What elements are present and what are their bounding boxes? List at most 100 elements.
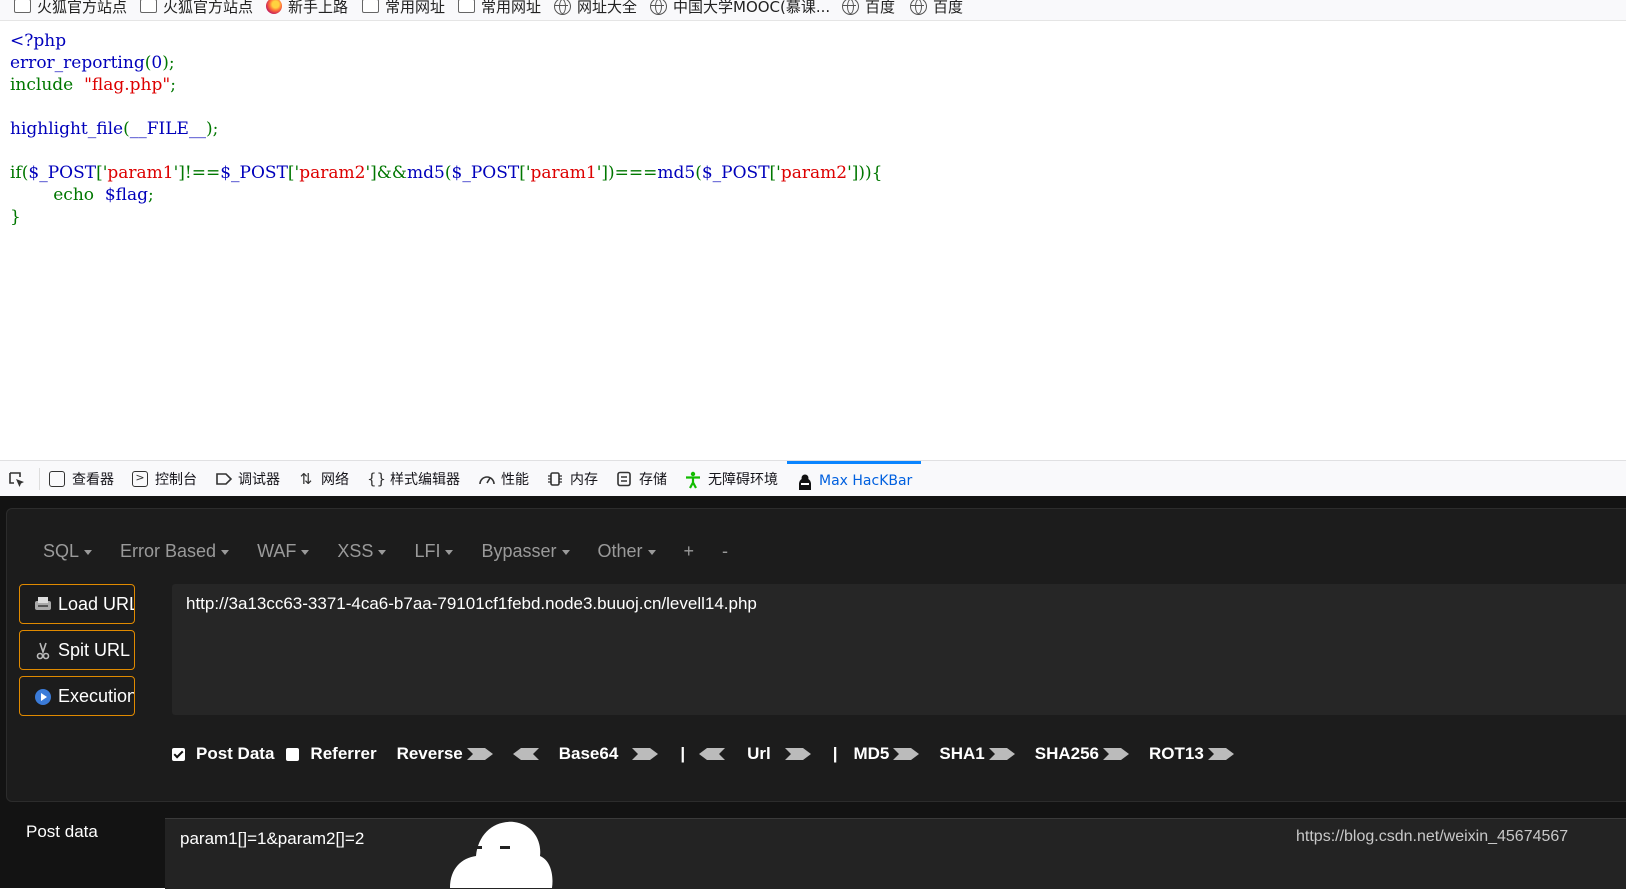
menu-error-based[interactable]: Error Based: [120, 541, 230, 562]
code-token: param2: [780, 163, 848, 183]
folder-icon: [458, 0, 475, 13]
post-data-checkbox[interactable]: [172, 747, 185, 761]
hackbar-options: Post Data Referrer Reverse Base64 | Url …: [172, 741, 1238, 767]
tab-storage[interactable]: 存储: [607, 461, 676, 497]
code-token: if(: [10, 163, 29, 183]
execution-button[interactable]: Execution: [19, 676, 135, 716]
code-token: param1: [530, 163, 597, 183]
bookmark-item[interactable]: 中国大学MOOC(慕课...: [650, 0, 830, 19]
code-token: }: [10, 207, 21, 227]
element-picker-button[interactable]: [0, 468, 40, 490]
globe-icon: [910, 0, 927, 15]
code-token: $_POST: [701, 163, 770, 183]
code-token: include: [10, 75, 74, 95]
arrow-left-icon[interactable]: [512, 748, 539, 760]
tab-accessibility[interactable]: 无障碍环境: [676, 461, 787, 497]
arrow-right-icon[interactable]: [632, 748, 659, 760]
rot13-label: ROT13: [1149, 744, 1204, 763]
tab-memory[interactable]: 内存: [538, 461, 607, 497]
caret-down-icon: [221, 550, 230, 555]
code-token: );: [205, 119, 219, 139]
bookmark-item[interactable]: 常用网址: [458, 0, 541, 19]
memory-icon: [547, 471, 563, 487]
menu-bypasser[interactable]: Bypasser: [481, 541, 570, 562]
play-icon: [34, 688, 52, 705]
code-token: (: [695, 163, 702, 183]
caret-down-icon: [378, 550, 387, 555]
arrow-right-icon[interactable]: [784, 748, 811, 760]
url-encode-label: Url: [747, 744, 771, 763]
code-token: highlight_file: [10, 119, 124, 139]
code-token: (: [123, 119, 130, 139]
code-token: [': [769, 163, 781, 183]
firefox-icon: [266, 0, 282, 14]
referrer-label[interactable]: Referrer: [310, 744, 376, 764]
code-token: $_POST: [451, 163, 520, 183]
code-token: <?php: [10, 31, 67, 51]
performance-icon: [478, 471, 495, 487]
arrow-right-icon[interactable]: [988, 748, 1015, 760]
load-url-button[interactable]: Load URL: [19, 584, 135, 624]
code-token: 0: [151, 53, 163, 73]
code-token: echo: [53, 185, 94, 205]
menu-remove[interactable]: -: [722, 541, 728, 562]
hackbar-menu: SQL Error Based WAF XSS LFI Bypasser Oth…: [43, 541, 756, 562]
tab-performance[interactable]: 性能: [469, 461, 538, 497]
accessibility-icon: [685, 471, 701, 489]
reverse-label: Reverse: [396, 744, 463, 763]
code-token: $flag: [104, 185, 148, 205]
element-picker-icon: [8, 471, 24, 487]
tab-network[interactable]: ⇅ 网络: [289, 461, 358, 497]
bookmark-item[interactable]: 常用网址: [362, 0, 445, 19]
menu-add[interactable]: +: [684, 541, 695, 562]
globe-icon: [650, 0, 667, 15]
post-data-label[interactable]: Post Data: [196, 744, 274, 764]
folder-icon: [140, 0, 157, 13]
md5-label: MD5: [853, 744, 890, 763]
scissors-icon: [34, 642, 52, 660]
php-source-code: <?php error_reporting (0); include "flag.…: [10, 30, 882, 228]
bookmark-item[interactable]: 火狐官方站点: [14, 0, 127, 19]
url-text: http://3a13cc63-3371-4ca6-b7aa-79101cf1f…: [186, 594, 757, 613]
arrow-left-icon[interactable]: [699, 748, 726, 760]
arrow-right-icon[interactable]: [466, 748, 493, 760]
referrer-checkbox[interactable]: [286, 747, 300, 761]
code-token: '])){: [847, 163, 883, 183]
cloud-mascot-icon: [450, 821, 553, 888]
code-token: error_reporting: [10, 53, 145, 73]
caret-down-icon: [445, 550, 454, 555]
menu-xss[interactable]: XSS: [337, 541, 387, 562]
menu-waf[interactable]: WAF: [257, 541, 310, 562]
tab-style-editor[interactable]: {} 样式编辑器: [358, 461, 469, 497]
code-token: [': [96, 163, 108, 183]
tab-debugger[interactable]: 调试器: [206, 461, 289, 497]
folder-icon: [14, 0, 31, 13]
arrow-right-icon[interactable]: [893, 748, 920, 760]
post-data-value: param1[]=1&param2[]=2: [180, 829, 365, 848]
tab-inspector[interactable]: 查看器: [40, 461, 123, 497]
code-token: param2: [299, 163, 366, 183]
arrow-right-icon[interactable]: [1103, 748, 1129, 760]
bookmark-item[interactable]: 火狐官方站点: [140, 0, 253, 19]
menu-sql[interactable]: SQL: [43, 541, 93, 562]
bookmark-item[interactable]: 新手上路: [266, 0, 348, 19]
console-icon: >: [132, 471, 148, 487]
inspector-icon: [49, 471, 65, 487]
code-token: '])===: [596, 163, 658, 183]
hackbar-icon: [796, 473, 812, 490]
bookmark-item[interactable]: 百度: [910, 0, 963, 19]
tab-max-hackbar[interactable]: Max HacKBar: [787, 461, 922, 497]
bookmark-item[interactable]: 百度: [842, 0, 895, 19]
menu-other[interactable]: Other: [598, 541, 656, 562]
code-token: ;: [148, 185, 154, 205]
split-url-button[interactable]: Spit URL: [19, 630, 135, 670]
base64-label: Base64: [558, 744, 619, 763]
caret-down-icon: [647, 550, 656, 555]
tab-console[interactable]: > 控制台: [123, 461, 206, 497]
menu-lfi[interactable]: LFI: [414, 541, 454, 562]
bookmark-item[interactable]: 网址大全: [554, 0, 637, 19]
arrow-right-icon[interactable]: [1207, 748, 1234, 760]
sha1-label: SHA1: [939, 744, 985, 763]
code-token: ']!==: [173, 163, 221, 183]
code-token: (: [444, 163, 452, 183]
